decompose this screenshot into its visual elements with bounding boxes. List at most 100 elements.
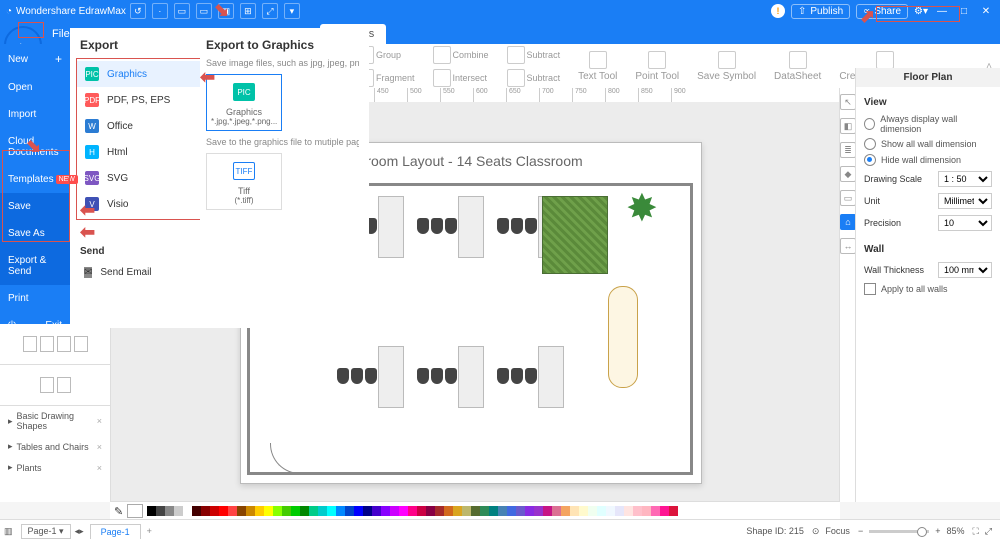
page-tab[interactable]: Page-1 (90, 524, 141, 539)
color-swatch[interactable] (210, 506, 219, 516)
color-swatch[interactable] (525, 506, 534, 516)
pages-icon[interactable]: ▥ (4, 526, 13, 537)
color-swatch[interactable] (588, 506, 597, 516)
opt-always-display[interactable]: Always display wall dimension (864, 112, 992, 136)
share-button[interactable]: ∝ Share (856, 4, 908, 19)
color-swatch[interactable] (615, 506, 624, 516)
ribbon-subtract[interactable]: Subtract (501, 44, 567, 66)
maximize-icon[interactable]: □ (956, 6, 972, 17)
color-swatch[interactable] (237, 506, 246, 516)
color-swatch[interactable] (453, 506, 462, 516)
color-swatch[interactable] (273, 506, 282, 516)
color-swatch[interactable] (147, 506, 156, 516)
color-swatch[interactable] (390, 506, 399, 516)
ribbon-save-symbol[interactable]: Save Symbol (691, 49, 762, 84)
opt-show-all[interactable]: Show all wall dimension (864, 136, 992, 152)
category-basic-shapes[interactable]: ▸ Basic Drawing Shapes× (0, 406, 110, 436)
door-shape[interactable] (270, 443, 301, 474)
filemenu-exit[interactable]: ⏻ Exit (0, 312, 70, 339)
ribbon-text-tool[interactable]: Text Tool (572, 49, 623, 84)
precision-select[interactable]: 10 (938, 215, 992, 231)
category-plants[interactable]: ▸ Plants× (0, 457, 110, 478)
color-swatch[interactable] (246, 506, 255, 516)
filemenu-saveas[interactable]: Save As (0, 220, 70, 247)
page-select[interactable]: Page-1 ▾ (21, 524, 71, 539)
qat-more[interactable]: ▾ (284, 3, 300, 19)
unit-select[interactable]: Millimet... (938, 193, 992, 209)
color-swatch[interactable] (426, 506, 435, 516)
color-swatch[interactable] (462, 506, 471, 516)
qat-btn-1[interactable]: ▭ (174, 3, 190, 19)
page-next-icon[interactable]: ▸ (79, 526, 84, 537)
color-swatch[interactable] (354, 506, 363, 516)
filemenu-templates[interactable]: Templates (0, 166, 70, 193)
qat-undo-icon[interactable]: ↺ (130, 3, 146, 19)
ribbon-datasheet[interactable]: DataSheet (768, 49, 827, 84)
add-page-icon[interactable]: + (147, 526, 152, 536)
filemenu-cloud[interactable]: Cloud Documents (0, 128, 70, 166)
filemenu-save[interactable]: Save (0, 193, 70, 220)
color-swatch[interactable] (228, 506, 237, 516)
color-swatch[interactable] (579, 506, 588, 516)
plant-shape[interactable] (626, 192, 666, 232)
color-swatch[interactable] (300, 506, 309, 516)
color-swatch[interactable] (174, 506, 183, 516)
color-swatch[interactable] (669, 506, 678, 516)
ribbon-combine[interactable]: Combine (427, 44, 495, 66)
drawing-scale-select[interactable]: 1 : 50 (938, 171, 992, 187)
qat-btn-4[interactable]: ⊞ (240, 3, 256, 19)
color-swatch[interactable] (543, 506, 552, 516)
color-swatch[interactable] (291, 506, 300, 516)
ribbon-subtract2[interactable]: Subtract (501, 67, 567, 89)
color-swatch[interactable] (417, 506, 426, 516)
ribbon-point-tool[interactable]: Point Tool (629, 49, 685, 84)
publish-button[interactable]: ⇧ Publish (791, 4, 850, 19)
color-swatch[interactable] (552, 506, 561, 516)
color-swatch[interactable] (498, 506, 507, 516)
color-swatch[interactable] (444, 506, 453, 516)
filemenu-import[interactable]: Import (0, 101, 70, 128)
color-swatch[interactable] (318, 506, 327, 516)
filemenu-open[interactable]: Open (0, 74, 70, 101)
color-swatch[interactable] (156, 506, 165, 516)
color-swatch[interactable] (435, 506, 444, 516)
color-swatch[interactable] (282, 506, 291, 516)
fit-page-icon[interactable]: ⛶ (972, 526, 978, 537)
focus-icon[interactable]: ⊙ (812, 526, 820, 537)
color-swatch[interactable] (192, 506, 201, 516)
close-icon[interactable]: ✕ (978, 6, 994, 17)
color-swatch[interactable] (624, 506, 633, 516)
settings-icon[interactable]: ⚙▾ (914, 6, 928, 17)
qat-btn-5[interactable]: ⤢ (262, 3, 278, 19)
eyedropper-icon[interactable]: ✎ (110, 505, 127, 518)
color-swatch[interactable] (534, 506, 543, 516)
color-swatch[interactable] (633, 506, 642, 516)
color-swatch[interactable] (651, 506, 660, 516)
color-swatch[interactable] (570, 506, 579, 516)
color-swatch[interactable] (336, 506, 345, 516)
color-swatch[interactable] (363, 506, 372, 516)
color-swatch[interactable] (327, 506, 336, 516)
rtool-cursor-icon[interactable]: ↖ (840, 94, 856, 110)
rtool-layers-icon[interactable]: ≣ (840, 142, 856, 158)
filemenu-new[interactable]: New+ (0, 44, 70, 74)
fullscreen-icon[interactable]: ⤢ (985, 526, 992, 537)
color-swatch[interactable] (597, 506, 606, 516)
color-swatch[interactable] (606, 506, 615, 516)
color-swatch[interactable] (381, 506, 390, 516)
rtool-page-icon[interactable]: ▭ (840, 190, 856, 206)
color-swatch[interactable] (516, 506, 525, 516)
color-swatch[interactable] (345, 506, 354, 516)
color-swatch[interactable] (561, 506, 570, 516)
zoom-slider[interactable] (869, 530, 929, 533)
color-swatch[interactable] (471, 506, 480, 516)
color-swatch[interactable] (507, 506, 516, 516)
filemenu-exportsend[interactable]: Export & Send (0, 247, 70, 285)
color-swatch[interactable] (183, 506, 192, 516)
qat-btn-3[interactable]: ▣ (218, 3, 234, 19)
user-avatar-icon[interactable]: ! (771, 4, 785, 18)
color-swatch[interactable] (219, 506, 228, 516)
qat-redo-icon[interactable]: · (152, 3, 168, 19)
qat-btn-2[interactable]: ▭ (196, 3, 212, 19)
wall-thickness-select[interactable]: 100 mm (938, 262, 992, 278)
